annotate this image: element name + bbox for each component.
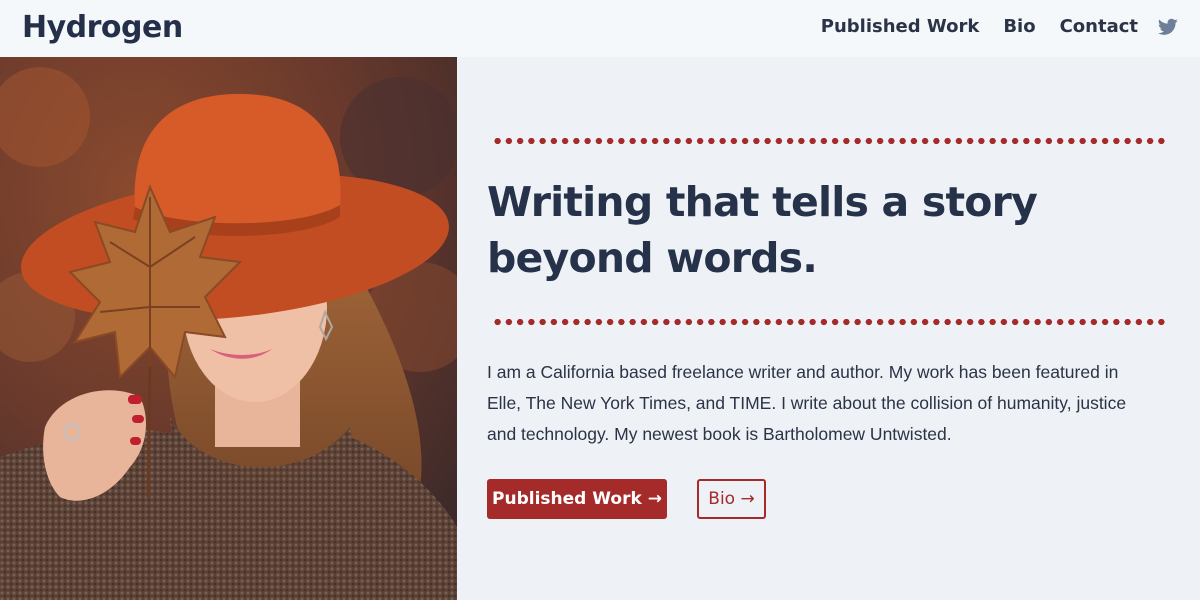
portrait-photo (0, 57, 457, 600)
site-logo[interactable]: Hydrogen (22, 10, 183, 45)
dotted-divider-top (492, 137, 1167, 145)
hero-intro: I am a California based freelance writer… (487, 362, 1127, 444)
portrait-illustration (0, 57, 457, 600)
published-work-button[interactable]: Published Work → (487, 479, 667, 519)
nav-bio[interactable]: Bio (1003, 16, 1035, 37)
hero-content: Writing that tells a story beyond words.… (457, 57, 1200, 600)
hero-headline: Writing that tells a story beyond words. (487, 178, 1038, 282)
dotted-divider-bottom (492, 318, 1167, 326)
bio-button[interactable]: Bio → (697, 479, 766, 519)
main-nav: Published Work Bio Contact (821, 16, 1178, 37)
twitter-icon[interactable] (1157, 18, 1178, 36)
nav-published-work[interactable]: Published Work (821, 16, 980, 37)
nav-contact[interactable]: Contact (1060, 16, 1138, 37)
site-header: Hydrogen Published Work Bio Contact (0, 0, 1200, 57)
